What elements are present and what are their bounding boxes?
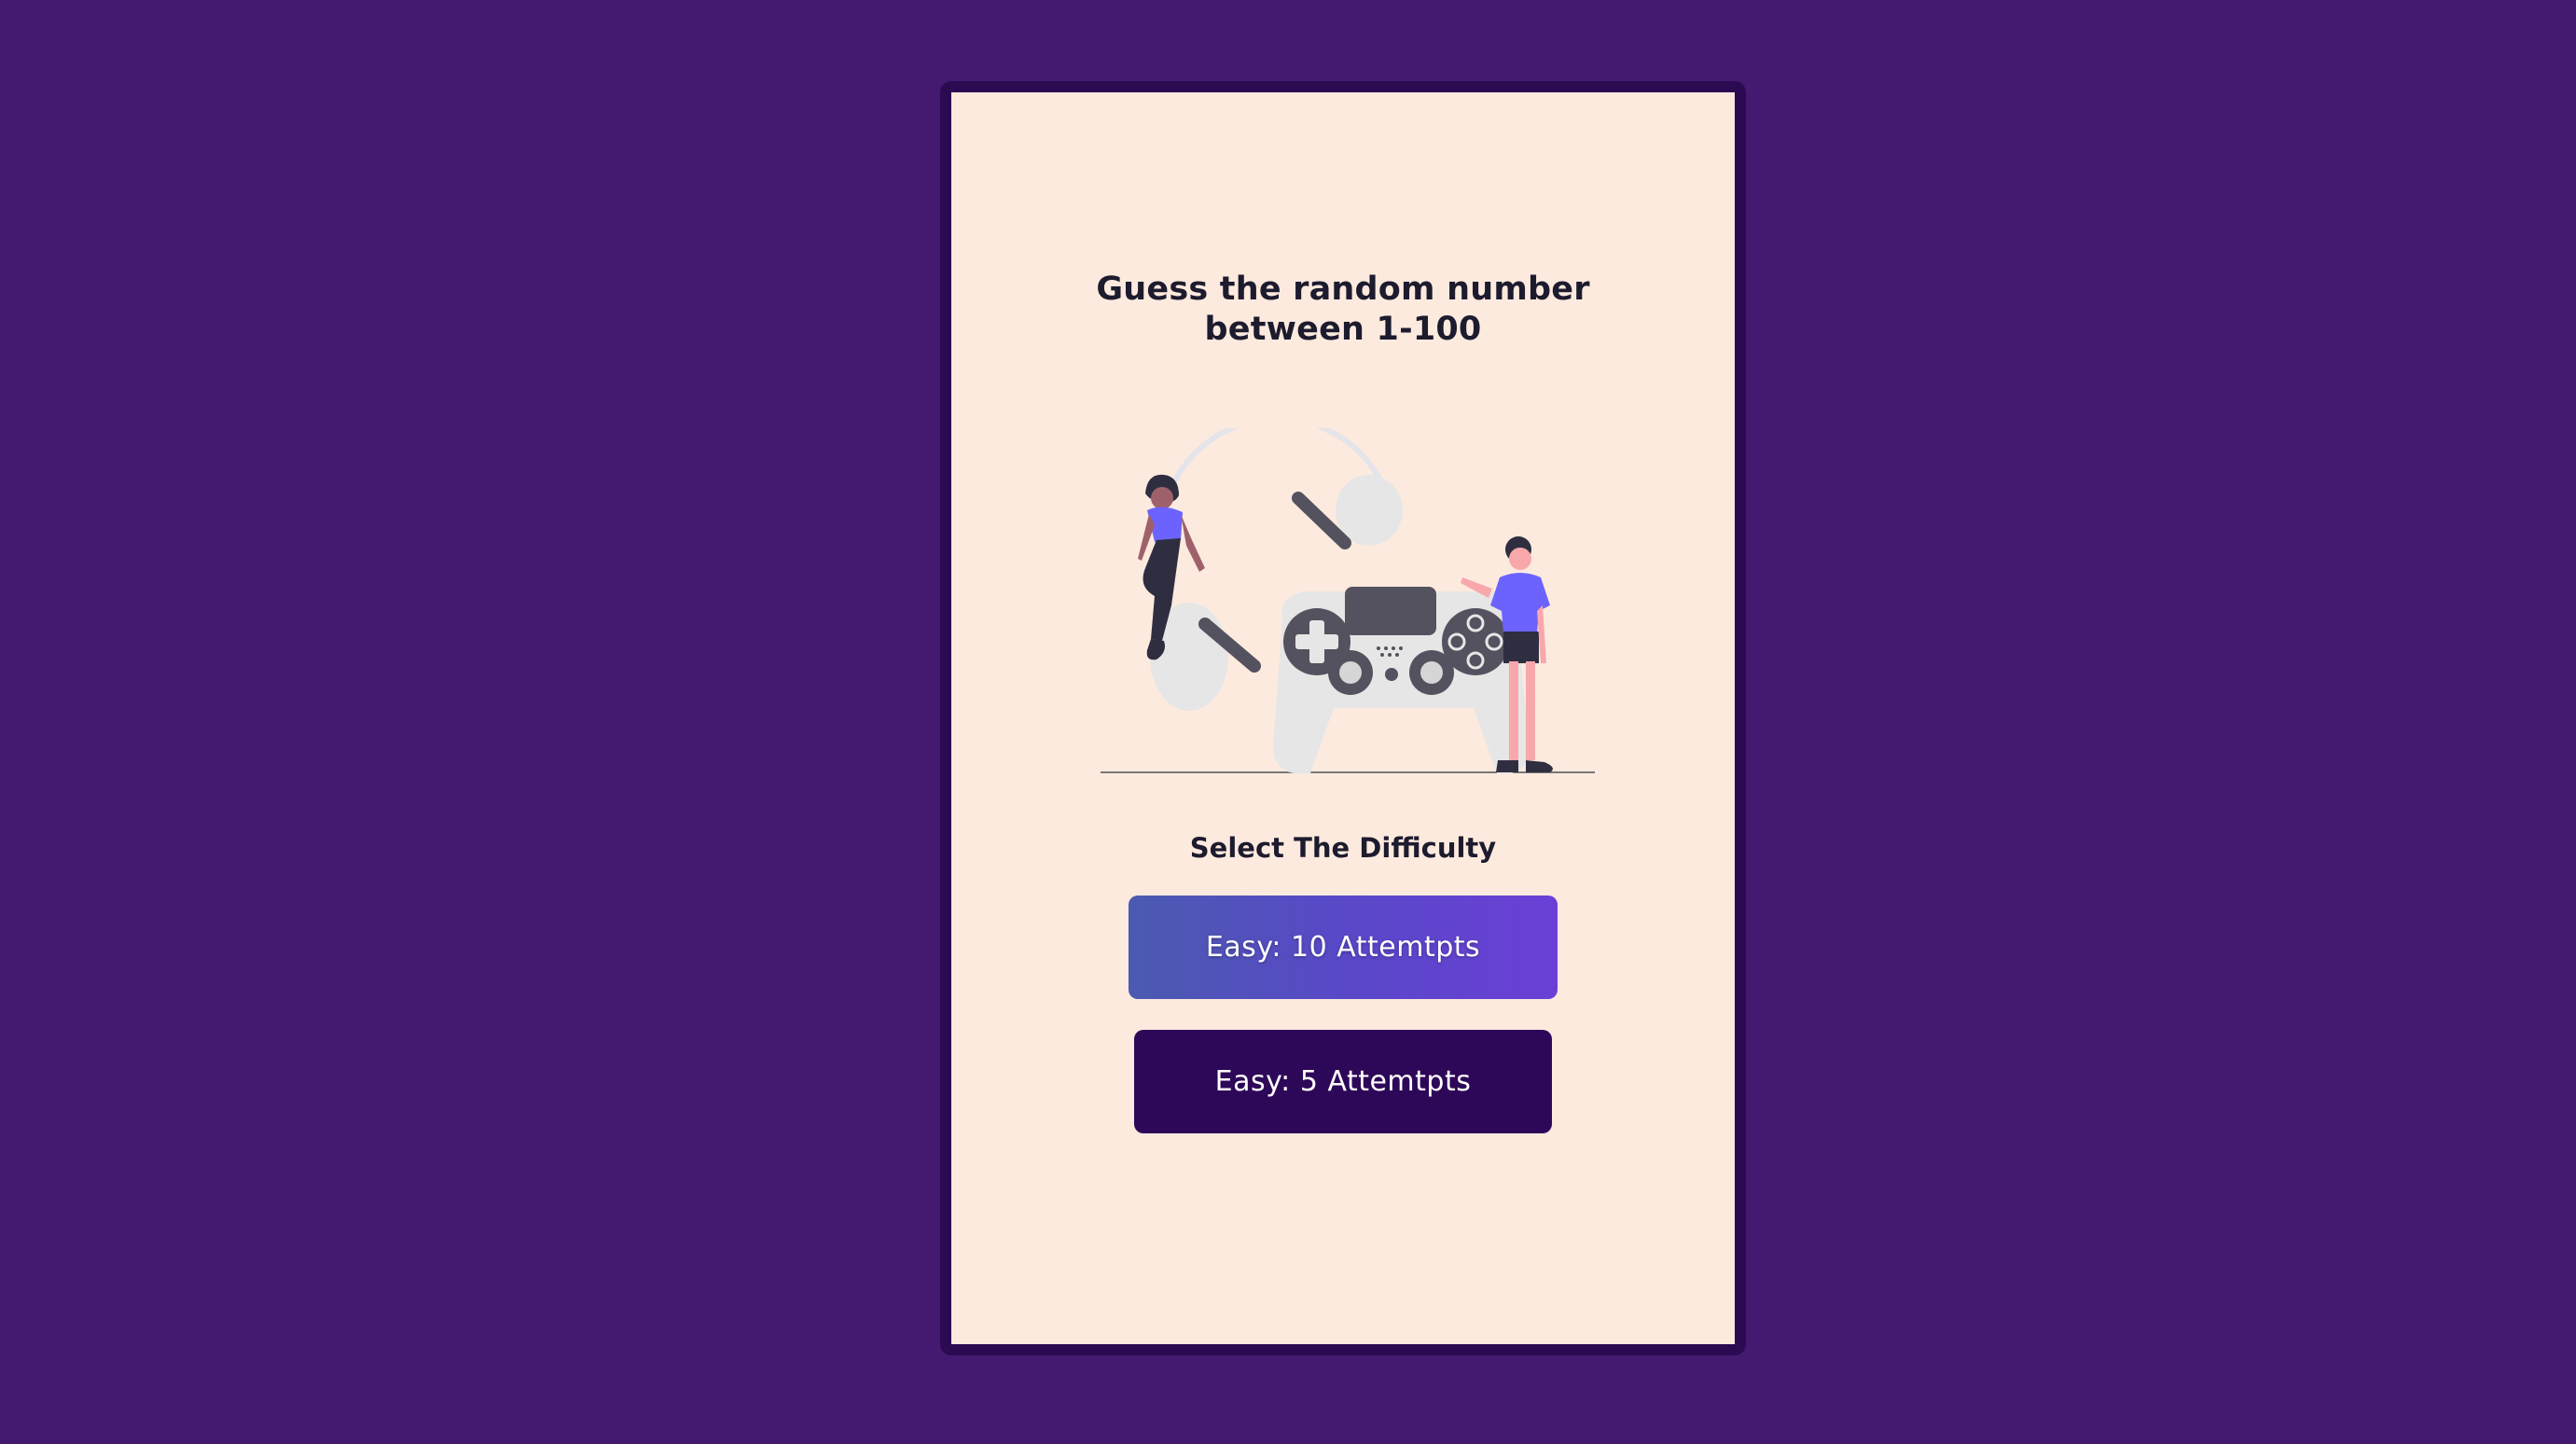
hard-difficulty-button[interactable]: Easy: 5 Attemtpts [1134,1030,1552,1133]
gamepad-icon [1273,587,1530,774]
game-card: Guess the random number between 1-100 Se… [951,92,1735,1344]
title-line-2: between 1-100 [1204,311,1482,348]
title-line-1: Guess the random number [1096,271,1590,308]
easy-difficulty-button[interactable]: Easy: 10 Attemtpts [1129,896,1558,999]
gamepad-illustration [1101,428,1595,774]
page-title: Guess the random number between 1-100 [951,270,1735,350]
difficulty-heading: Select The Difficulty [1189,832,1497,864]
